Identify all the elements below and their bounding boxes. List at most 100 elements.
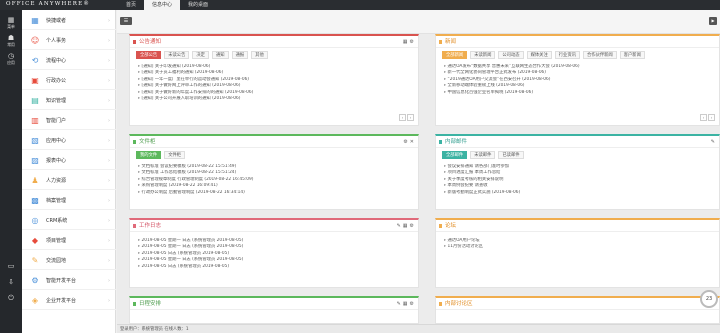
gear-icon[interactable]: ⚙ [410,39,414,45]
work-log-list: 2019-08-05 星期一 日志 (系统管理员 2019-08-05) 201… [138,238,412,270]
sidebar-item-portal[interactable]: ▥ 智能门户 › [22,112,116,130]
sidebar-item-dev-platform[interactable]: ⚙ 智能开发平台 › [22,272,116,290]
briefcase-icon: ▣ [31,75,39,85]
chevron-right-icon: › [108,77,110,84]
monitor-icon[interactable]: ▭ [0,262,22,270]
tab-bulletin[interactable]: 通报 [231,51,249,59]
sidebar-item-knowledge[interactable]: ▤ 知识管理 › [22,92,116,110]
chevron-right-icon: › [108,157,110,164]
archive-icon: ▩ [31,195,39,205]
sidebar-item-crm[interactable]: ◎ CRM系统 › [22,212,116,230]
sidebar-item-shortcut[interactable]: ▦ 快捷或者 › [22,12,116,30]
tab-info-center[interactable]: 信息中心 [144,0,181,10]
chevron-right-icon: › [108,217,110,224]
tab-decision[interactable]: 决定 [192,51,209,59]
tab-my-desktop[interactable]: 我的桌面 [180,0,216,10]
panel-controls: ✎ ▦ ⚙ [395,301,414,307]
clock-icon: ◷ [7,52,15,60]
download-icon[interactable]: ⇩ [0,278,22,286]
power-icon[interactable]: ⏻ [0,294,22,302]
project-icon: ◆ [31,235,39,245]
tab-home[interactable]: 首页 [118,0,144,10]
sidebar-item-workflow[interactable]: ⟲ 流程中心 › [22,52,116,70]
edit-icon[interactable]: ✎ [711,139,715,145]
next-page-icon[interactable]: › [407,114,414,121]
top-tabs: 首页 信息中心 我的桌面 [118,0,216,10]
file-filter-tabs: 我的文件 文件柜 [136,151,188,159]
rail-menu-button[interactable]: ▦ 菜单 [0,16,22,30]
panel-title: 内部讨论区 [439,301,473,307]
apps-icon: ▧ [31,135,39,145]
gear-icon[interactable]: ⚙ [410,301,414,307]
sidebar-item-apps[interactable]: ▧ 应用中心 › [22,132,116,150]
tab-other[interactable]: 其他 [251,51,268,59]
sidebar-item-personal[interactable]: ☺ 个人事务 › [22,32,116,50]
top-bar: OFFICE ANYWHERE® 首页 信息中心 我的桌面 [0,0,720,10]
panel-header: 公告通知 ▦ ⚙ [130,36,418,48]
sidebar-item-archive[interactable]: ▩ 档案管理 › [22,192,116,210]
list-item[interactable]: [通知] 关于公司开展入职培训的通知 (2019-08-06) [138,96,412,102]
tab-all-notices[interactable]: 全部公告 [136,51,162,59]
platform-icon: ◈ [31,295,39,305]
menu-toggle-icon[interactable]: ☰ [120,17,132,25]
tab-all-news[interactable]: 全部新闻 [442,51,468,59]
prev-page-icon[interactable]: ‹ [399,114,406,121]
crm-icon: ◎ [31,215,39,225]
sidebar-item-project[interactable]: ◆ 项目管理 › [22,232,116,250]
panel-title: 公告通知 [132,39,162,45]
gear-icon[interactable]: ⚙ [403,139,407,145]
rail-common-button[interactable]: ☗ 常用 [0,34,22,48]
tab-read-mail[interactable]: 已读邮件 [498,151,524,159]
tab-company-news[interactable]: 公司动态 [498,51,524,59]
tab-unread-notices[interactable]: 未读公告 [164,51,190,59]
gear-icon[interactable]: ⚙ [410,223,414,229]
prev-page-icon[interactable]: ‹ [700,114,707,121]
list-item[interactable]: 行政办公制度 后勤管理制度 (2019-08-22 16:34:14) [138,190,412,196]
floating-badge[interactable]: 23 [700,290,718,308]
grid-icon: ▦ [31,15,39,25]
close-icon[interactable]: ✕ [410,139,414,145]
person-icon: ☺ [30,35,40,45]
chart-icon: ▨ [31,155,39,165]
status-bar: 登录用户：系统管理员 在线人数：1 [117,324,720,333]
rail-menu-label: 菜单 [7,24,15,29]
chevron-right-icon: › [108,297,110,304]
book-icon: ▤ [31,95,39,105]
tab-industry[interactable]: 行业资讯 [554,51,580,59]
chevron-right-icon: › [108,97,110,104]
sidebar-item-hr[interactable]: ♟ 人力资源 › [22,172,116,190]
tab-media[interactable]: 媒体关注 [526,51,552,59]
list-item[interactable]: 新版考勤制度正式实施 (2019-08-06) [444,190,713,196]
tab-customer-news[interactable]: 客户新闻 [619,51,645,59]
edit-icon[interactable]: ✎ [397,223,401,229]
tab-unread-mail[interactable]: 未读邮件 [470,151,496,159]
main-content: ☰ ▶ 公告通知 ▦⚙ 全部公告 未读公告 决定 通知 通报 其他 [通知] 关… [117,10,720,324]
rail-common-label: 常用 [7,42,15,47]
grid-icon[interactable]: ▦ [403,39,408,45]
sidebar-item-enterprise-platform[interactable]: ◈ 企业开发平台 › [22,292,116,310]
sidebar-item-reports[interactable]: ▨ 报表中心 › [22,152,116,170]
panel-title: 论坛 [438,223,457,229]
tab-partner-news[interactable]: 合作伙伴新闻 [582,51,617,59]
tab-unread-news[interactable]: 未读新闻 [470,51,496,59]
tab-cabinet[interactable]: 文件柜 [164,151,186,159]
grid-icon[interactable]: ▦ [403,223,408,229]
list-item[interactable]: 2019-08-05 日志 (系统管理员 2019-08-05) [138,264,412,270]
list-item[interactable]: 11月份活动讨论区 [444,244,713,250]
next-page-icon[interactable]: › [708,114,715,121]
rail-apps-button[interactable]: ◷ 应用 [0,52,22,66]
edit-icon[interactable]: ✎ [397,301,401,307]
panel-title: 新闻 [438,39,457,45]
grid-icon[interactable]: ▦ [403,301,408,307]
tab-all-mail[interactable]: 全部邮件 [442,151,468,159]
sidebar-item-admin[interactable]: ▣ 行政办公 › [22,72,116,90]
dev-icon: ⚙ [31,275,39,285]
panel-controls: ⚙ ✕ [401,139,414,145]
app-logo: OFFICE ANYWHERE® [6,1,91,7]
tab-notice[interactable]: 通知 [211,51,229,59]
tab-my-files[interactable]: 我的文件 [136,151,162,159]
chevron-right-icon: › [108,117,110,124]
scroll-right-icon[interactable]: ▶ [709,17,717,25]
list-item[interactable]: 中国信息化百强企业名单揭晓 (2019-08-06) [444,90,713,96]
sidebar-item-forum[interactable]: ✎ 交流园地 › [22,252,116,270]
